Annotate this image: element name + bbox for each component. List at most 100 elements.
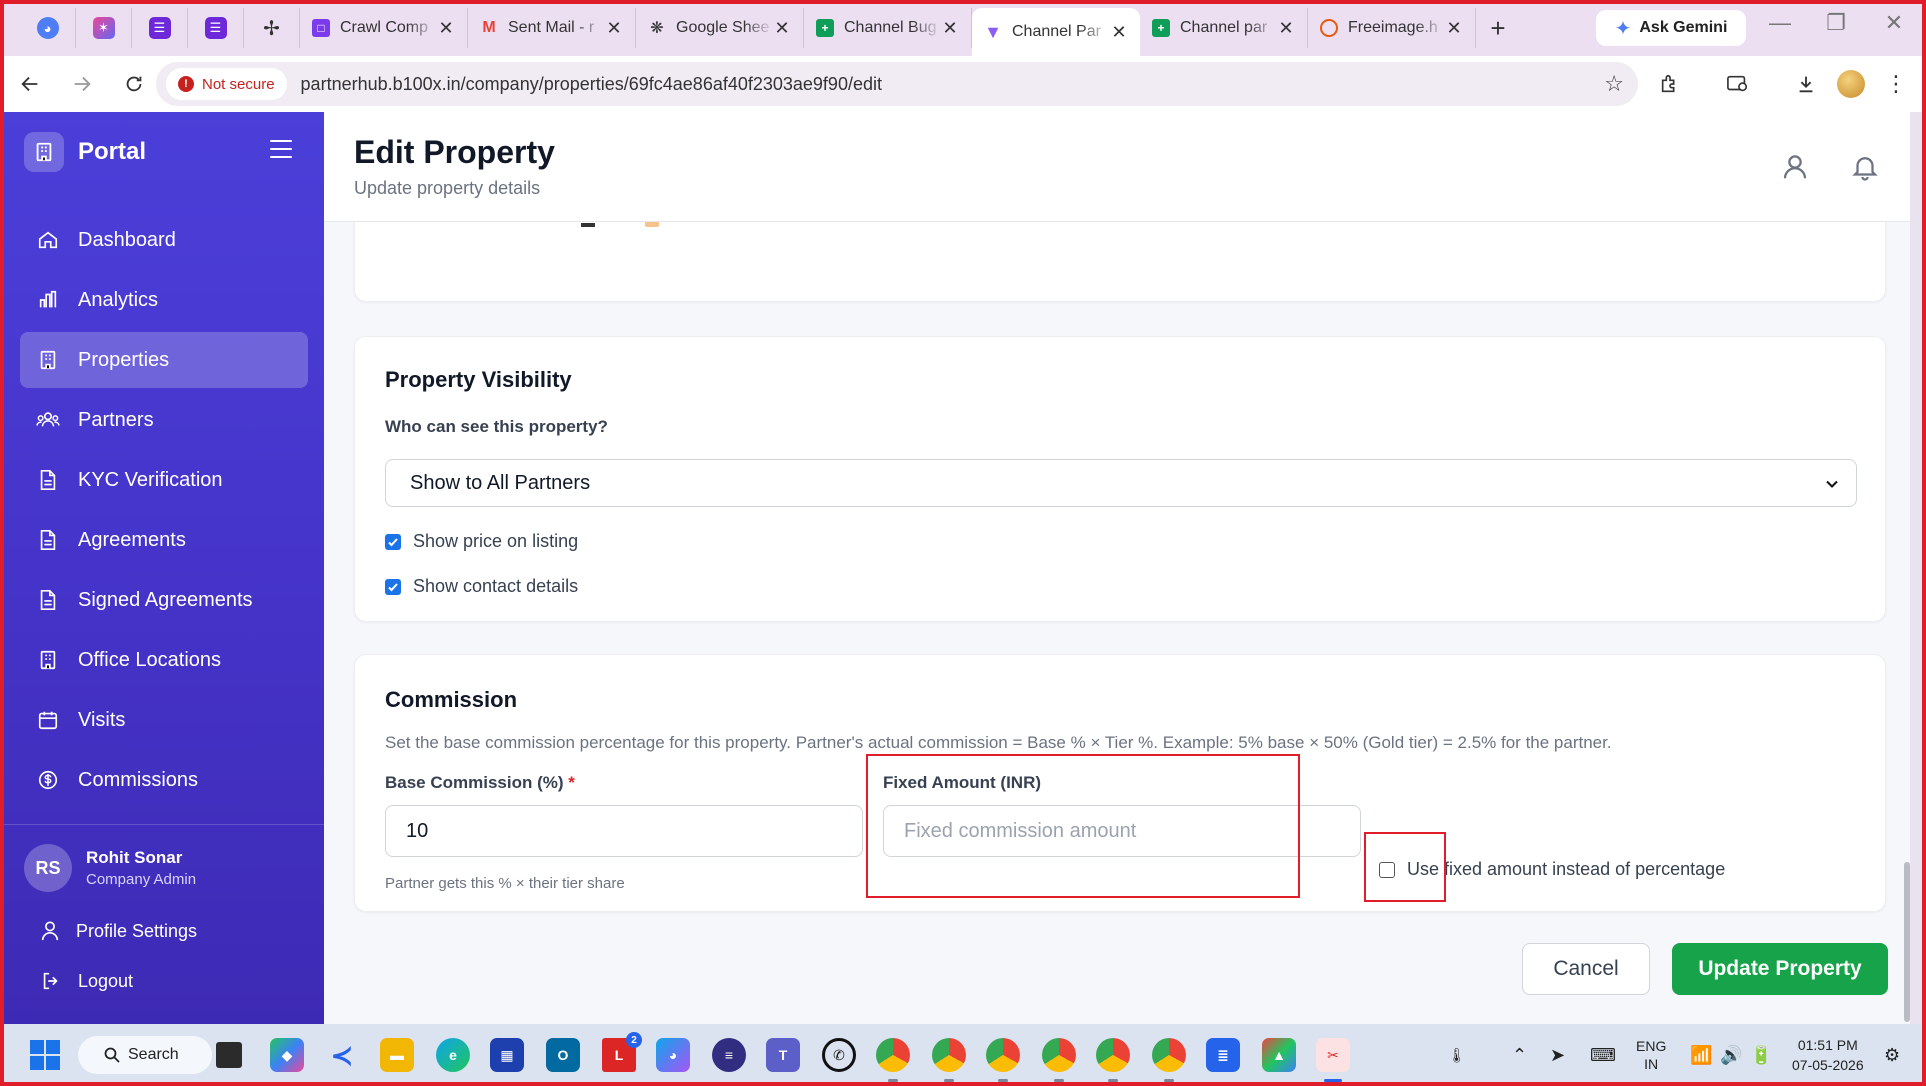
sidebar-item-analytics[interactable]: Analytics	[20, 272, 308, 328]
bell-icon[interactable]	[1850, 152, 1880, 182]
show-price-checkbox[interactable]	[385, 533, 401, 550]
tab-2[interactable]: M Sent Mail - r ✕	[468, 8, 636, 48]
reload-button[interactable]	[112, 62, 156, 106]
whatsapp-icon[interactable]: ✆	[822, 1038, 856, 1072]
sidebar-item-office-locations[interactable]: Office Locations	[20, 632, 308, 688]
tab-5-active[interactable]: ▼ Channel Par ✕	[972, 8, 1140, 56]
file-explorer-icon[interactable]: ▬	[380, 1038, 414, 1072]
teams-icon[interactable]: T	[766, 1038, 800, 1072]
user-profile-icon[interactable]	[1780, 152, 1810, 182]
outlook-icon[interactable]: O	[546, 1038, 580, 1072]
chrome-profile-4-icon[interactable]	[1042, 1038, 1076, 1082]
profile-avatar[interactable]	[1835, 68, 1867, 100]
show-price-checkbox-row[interactable]: Show price on listing	[385, 531, 578, 552]
not-secure-chip[interactable]: ! Not secure	[166, 68, 287, 100]
battery-icon[interactable]: 🔋	[1750, 1024, 1772, 1086]
brand-name: Portal	[78, 138, 147, 165]
close-icon[interactable]: ✕	[773, 18, 791, 39]
cancel-button[interactable]: Cancel	[1522, 943, 1650, 995]
annotation-highlight-fixed-amount	[866, 754, 1300, 898]
sidebar-item-commissions[interactable]: Commissions	[20, 752, 308, 808]
pinned-tab-4[interactable]: ☰	[188, 8, 244, 48]
tab-3[interactable]: ❋ Google Shee ✕	[636, 8, 804, 48]
extensions-icon[interactable]	[1654, 68, 1686, 100]
sidebar-item-partners[interactable]: Partners	[20, 392, 308, 448]
app-l-icon[interactable]: L2	[602, 1032, 642, 1072]
update-property-button[interactable]: Update Property	[1672, 943, 1888, 995]
location-icon[interactable]: ➤	[1550, 1024, 1565, 1086]
restore-window-button[interactable]: ❐	[1816, 10, 1856, 36]
chevron-up-icon[interactable]: ⌃	[1512, 1024, 1527, 1086]
building-icon	[36, 348, 60, 372]
pinned-tab-3[interactable]: ☰	[132, 8, 188, 48]
chrome-profile-3-icon[interactable]	[986, 1038, 1020, 1082]
m365-icon[interactable]: ◕	[656, 1038, 690, 1072]
menu-toggle-icon[interactable]	[270, 140, 292, 164]
store-icon[interactable]: ▦	[490, 1038, 524, 1072]
eclipse-icon[interactable]: ≡	[712, 1038, 746, 1072]
keyboard-icon[interactable]: ⌨	[1590, 1024, 1616, 1086]
home-icon	[36, 228, 60, 252]
close-icon[interactable]: ✕	[437, 18, 455, 39]
tab-7[interactable]: Freeimage.h ✕	[1308, 8, 1476, 48]
sidebar-item-kyc-verification[interactable]: KYC Verification	[20, 452, 308, 508]
downloads-icon[interactable]	[1790, 68, 1822, 100]
vscode-icon[interactable]: ≺	[325, 1038, 359, 1072]
chrome-profile-6-icon[interactable]	[1152, 1038, 1186, 1082]
tab-search-icon[interactable]	[1722, 68, 1754, 100]
windows-start-icon[interactable]	[30, 1040, 60, 1070]
tab-4[interactable]: + Channel Bug ✕	[804, 8, 972, 48]
sidebar-item-signed-agreements[interactable]: Signed Agreements	[20, 572, 308, 628]
copilot-icon[interactable]: ◆	[270, 1038, 304, 1072]
close-icon[interactable]: ✕	[1277, 18, 1295, 39]
chrome-profile-1-icon[interactable]	[876, 1038, 910, 1082]
chrome-profile-2-icon[interactable]	[932, 1038, 966, 1082]
volume-icon[interactable]: 🔊	[1720, 1024, 1742, 1086]
task-view-icon[interactable]	[216, 1042, 242, 1068]
close-window-button[interactable]: ✕	[1874, 10, 1914, 36]
tab-6[interactable]: + Channel par ✕	[1140, 8, 1308, 48]
show-contact-checkbox-row[interactable]: Show contact details	[385, 576, 578, 597]
system-clock[interactable]: 01:51 PM 07-05-2026	[1792, 1035, 1864, 1075]
bookmark-star-icon[interactable]: ☆	[1604, 71, 1624, 97]
notification-center-icon[interactable]: ⚙	[1884, 1024, 1900, 1086]
close-icon[interactable]: ✕	[1110, 22, 1128, 43]
minimize-window-button[interactable]: —	[1760, 10, 1800, 36]
paint-icon[interactable]: ▲	[1262, 1038, 1296, 1072]
snipping-tool-icon[interactable]: ✂	[1316, 1038, 1350, 1082]
menu-kebab-icon[interactable]: ⋮	[1880, 68, 1912, 100]
close-icon[interactable]: ✕	[605, 18, 623, 39]
temperature-icon[interactable]: 🌡	[1448, 1024, 1466, 1086]
sidebar-item-dashboard[interactable]: Dashboard	[20, 212, 308, 268]
chrome-profile-5-icon[interactable]	[1096, 1038, 1130, 1082]
address-bar[interactable]: ! Not secure partnerhub.b100x.in/company…	[156, 62, 1638, 106]
close-icon[interactable]: ✕	[1445, 18, 1463, 39]
page-title: Edit Property	[354, 134, 555, 170]
visibility-select[interactable]: Show to All Partners	[385, 459, 1857, 507]
base-commission-input[interactable]: 10	[385, 805, 863, 857]
forward-button[interactable]	[60, 62, 104, 106]
notepad-icon[interactable]: ≣	[1206, 1038, 1240, 1072]
main-scrollbar[interactable]	[1904, 862, 1910, 1022]
edge-icon[interactable]: e	[436, 1038, 470, 1072]
profile-settings-link[interactable]: Profile Settings	[40, 920, 197, 942]
pinned-tab-1[interactable]: ◕	[20, 8, 76, 48]
pinned-tab-5[interactable]: ✢	[244, 8, 300, 48]
sidebar-item-agreements[interactable]: Agreements	[20, 512, 308, 568]
tab-1[interactable]: □ Crawl Comp ✕	[300, 8, 468, 48]
pinned-tab-2[interactable]: ✶	[76, 8, 132, 48]
sidebar-item-properties[interactable]: Properties	[20, 332, 308, 388]
clock-date: 07-05-2026	[1792, 1057, 1864, 1073]
building-icon	[24, 132, 64, 172]
new-tab-button[interactable]: +	[1476, 13, 1520, 44]
show-contact-checkbox[interactable]	[385, 578, 401, 595]
close-icon[interactable]: ✕	[941, 18, 959, 39]
logout-link[interactable]: Logout	[40, 970, 133, 992]
brand[interactable]: Portal	[24, 132, 146, 172]
taskbar-search[interactable]: Search	[78, 1036, 212, 1074]
wifi-icon[interactable]: 📶	[1690, 1024, 1712, 1086]
sidebar-item-visits[interactable]: Visits	[20, 692, 308, 748]
back-button[interactable]	[8, 62, 52, 106]
language-indicator[interactable]: ENG IN	[1636, 1024, 1666, 1086]
ask-gemini-button[interactable]: ✦ Ask Gemini	[1596, 10, 1746, 46]
